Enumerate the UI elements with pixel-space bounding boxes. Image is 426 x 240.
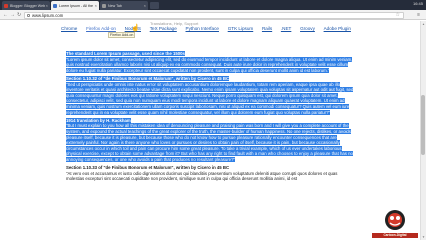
bookmark-star-icon[interactable]: ☆: [396, 12, 400, 18]
tab-new-tab[interactable]: New Tab ×: [100, 1, 148, 10]
link-firefox-addon[interactable]: Firefox Add-on: [86, 26, 116, 31]
close-icon[interactable]: ×: [95, 3, 97, 8]
link-python-interface[interactable]: Python Interface: [186, 26, 219, 31]
section-heading: 1914 translation by H. Rackham: [66, 117, 131, 123]
tab-label: New Tab: [108, 3, 122, 8]
page-info-icon[interactable]: [27, 14, 30, 17]
close-icon[interactable]: ×: [46, 3, 48, 8]
menu-icon[interactable]: ≡: [417, 12, 420, 18]
link-tooltip: Firefox Add-on: [108, 32, 136, 38]
url-text: www.lipsum.com: [32, 13, 64, 18]
url-input[interactable]: www.lipsum.com: [24, 12, 404, 19]
link-gtk-lipsum[interactable]: GTK Lipsum: [228, 26, 254, 31]
section-heading: Section 1.10.32 of "de Finibus Bonorum e…: [66, 75, 230, 81]
link-groovy[interactable]: Groovy: [300, 26, 315, 31]
section-text: "But I must explain to you how all this …: [66, 123, 353, 162]
reload-icon[interactable]: ↻: [17, 12, 21, 18]
section-heading: The standard Lorem Ipsum passage, used s…: [66, 51, 185, 56]
article-body: The standard Lorem Ipsum passage, used s…: [66, 51, 356, 184]
tab-strip: Blogger: Blogger Webs × Lorem Ipsum - Al…: [0, 0, 426, 10]
section-heading: Section 1.10.33 of "de Finibus Bonorum e…: [66, 165, 230, 171]
new-tab-button[interactable]: [150, 2, 159, 9]
section-text: "At vero eos et accusamus et iusto odio …: [66, 170, 338, 182]
clock: 16:45: [412, 1, 423, 6]
scrollbar-thumb[interactable]: [421, 95, 425, 155]
tab-blogger[interactable]: Blogger: Blogger Webs ×: [2, 1, 50, 10]
link-dotnet[interactable]: .NET: [281, 26, 291, 31]
forward-arrow-icon[interactable]: →: [10, 12, 15, 18]
section-1-10-32: Section 1.10.32 of "de Finibus Bonorum e…: [66, 75, 356, 115]
address-bar: ← → ↻ www.lipsum.com ☆ ≡: [0, 10, 426, 20]
section-1-10-33: Section 1.10.33 of "de Finibus Bonorum e…: [66, 165, 356, 182]
blogger-favicon-icon: [4, 3, 8, 8]
section-rackham: 1914 translation by H. Rackham "But I mu…: [66, 117, 356, 163]
watermark-label: Cartoon-Digital: [372, 233, 418, 238]
section-standard: The standard Lorem Ipsum passage, used s…: [66, 51, 356, 73]
close-icon[interactable]: ×: [144, 3, 146, 8]
lipsum-favicon-icon: [53, 3, 57, 8]
link-tex-package[interactable]: TeX Package: [150, 26, 177, 31]
plugin-links: Chrome Firefox Add-on NodeJS TeX Package…: [61, 26, 351, 31]
scroll-down-icon[interactable]: ▼: [422, 235, 425, 239]
page-icon: [102, 3, 106, 8]
page-content: Translations, Help, Support Chrome Firef…: [0, 21, 426, 240]
watermark-logo-icon: [385, 210, 405, 230]
tab-label: Blogger: Blogger Webs: [10, 3, 45, 8]
link-chrome[interactable]: Chrome: [61, 26, 77, 31]
back-arrow-icon[interactable]: ←: [3, 12, 8, 18]
link-adobe-plugin[interactable]: Adobe Plugin: [324, 26, 351, 31]
link-rails[interactable]: Rails: [262, 26, 272, 31]
hand-cursor-icon: ☝: [131, 25, 140, 32]
section-text: "Sed ut perspiciatis unde omnis iste nat…: [66, 81, 354, 115]
tab-label: Lorem Ipsum - All the fa: [59, 3, 94, 8]
tab-lorem-ipsum[interactable]: Lorem Ipsum - All the fa ×: [51, 1, 99, 10]
scroll-up-icon[interactable]: ▲: [422, 22, 425, 26]
section-text: "Lorem ipsum dolor sit amet, consectetur…: [66, 56, 353, 73]
